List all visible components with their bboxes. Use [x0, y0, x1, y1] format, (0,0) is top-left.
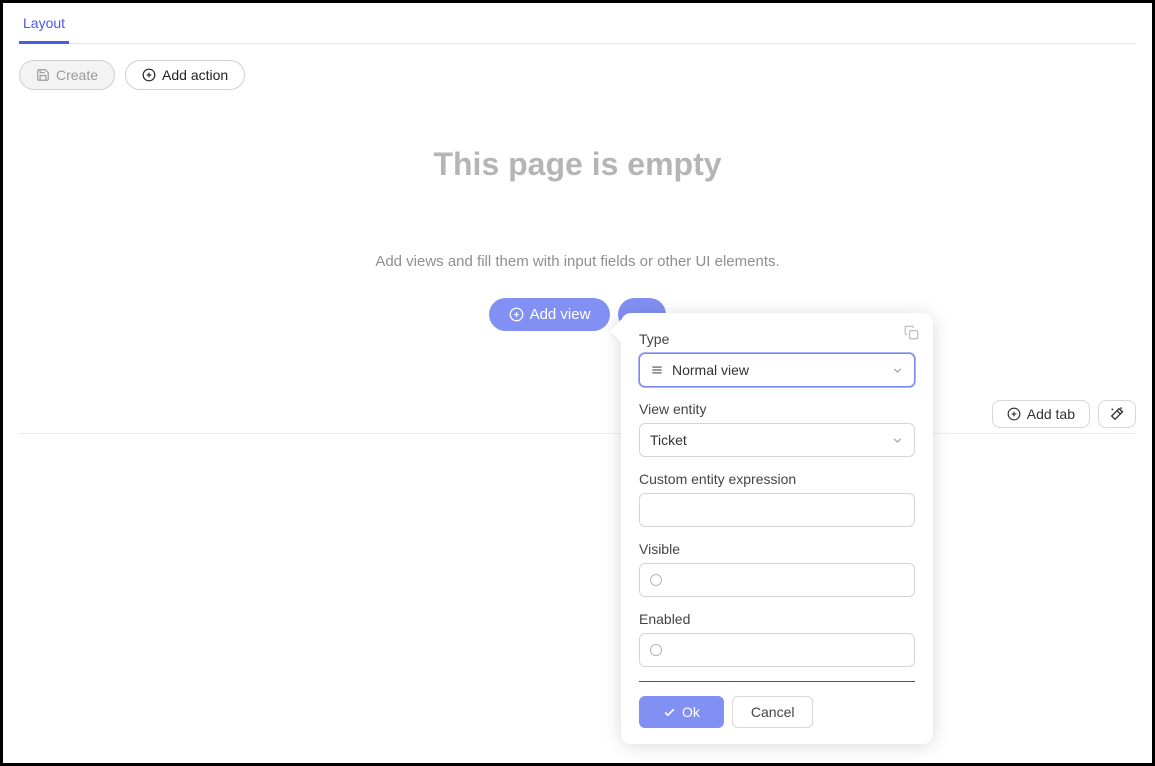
plus-circle-icon — [509, 307, 524, 322]
toolbar: Create Add action — [19, 60, 1136, 90]
ok-button[interactable]: Ok — [639, 696, 724, 728]
popover-actions: Ok Cancel — [639, 696, 915, 728]
list-icon — [650, 363, 664, 377]
add-action-button-label: Add action — [162, 67, 228, 83]
type-select[interactable]: Normal view — [639, 353, 915, 387]
view-entity-select[interactable]: Ticket — [639, 423, 915, 457]
chevron-down-icon — [891, 434, 904, 447]
empty-title: This page is empty — [19, 146, 1136, 183]
check-icon — [663, 706, 676, 719]
plus-circle-icon — [142, 68, 156, 82]
add-action-button[interactable]: Add action — [125, 60, 245, 90]
add-tab-button-label: Add tab — [1027, 406, 1075, 422]
radio-icon — [650, 644, 662, 656]
chevron-down-icon — [891, 364, 904, 377]
custom-expression-label: Custom entity expression — [639, 471, 915, 487]
cancel-button-label: Cancel — [751, 704, 795, 720]
ok-button-label: Ok — [682, 704, 700, 720]
save-icon — [36, 68, 50, 82]
add-view-button-label: Add view — [530, 306, 591, 323]
custom-expression-input[interactable] — [639, 493, 915, 527]
empty-actions: Add view — [19, 298, 1136, 331]
popover-divider — [639, 681, 915, 682]
tab-bar: Layout — [19, 3, 1136, 44]
radio-icon — [650, 574, 662, 586]
enabled-field[interactable] — [639, 633, 915, 667]
magic-wand-button[interactable] — [1098, 400, 1136, 428]
empty-subtitle: Add views and fill them with input field… — [19, 253, 1136, 270]
copy-icon[interactable] — [904, 325, 919, 340]
type-label: Type — [639, 331, 915, 347]
app-frame: Layout Create Add action This page i — [0, 0, 1155, 766]
enabled-label: Enabled — [639, 611, 915, 627]
type-select-value: Normal view — [672, 362, 749, 378]
empty-state: This page is empty Add views and fill th… — [19, 146, 1136, 331]
add-tab-button[interactable]: Add tab — [992, 400, 1090, 428]
add-view-popover: Type Normal view View entity Ticket — [621, 313, 933, 744]
visible-label: Visible — [639, 541, 915, 557]
add-view-button[interactable]: Add view — [489, 298, 611, 331]
visible-field[interactable] — [639, 563, 915, 597]
tab-layout[interactable]: Layout — [19, 7, 69, 44]
view-entity-select-value: Ticket — [650, 432, 687, 448]
bottom-bar: Add tab — [19, 398, 1136, 434]
create-button: Create — [19, 60, 115, 90]
view-entity-label: View entity — [639, 401, 915, 417]
cancel-button[interactable]: Cancel — [732, 696, 814, 728]
create-button-label: Create — [56, 67, 98, 83]
plus-circle-icon — [1007, 407, 1021, 421]
wand-icon — [1109, 406, 1125, 422]
